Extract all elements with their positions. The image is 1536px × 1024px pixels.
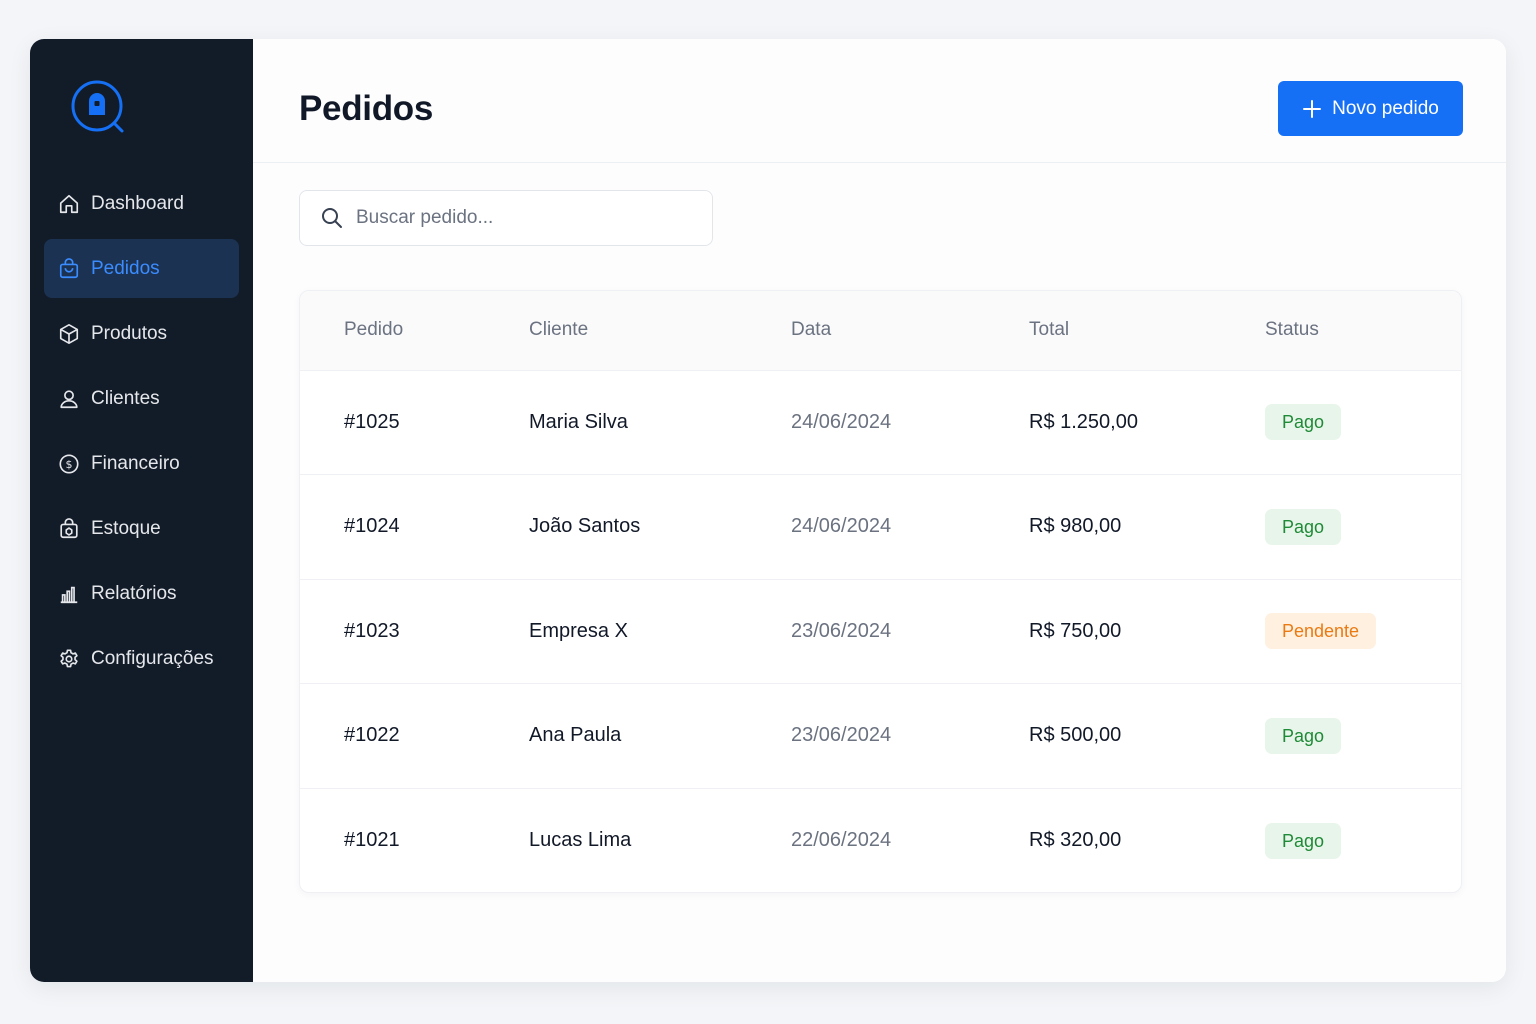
order-id: #1022	[344, 724, 400, 747]
sidebar: Dashboard Pedidos Produtos Clientes $ Fi…	[30, 39, 253, 982]
status-badge: Pendente	[1265, 613, 1377, 650]
inventory-bag-icon	[58, 517, 80, 540]
sidebar-item-label: Produtos	[91, 322, 168, 344]
search-icon	[320, 206, 344, 230]
sidebar-item-label: Clientes	[91, 387, 160, 409]
logo-icon[interactable]	[70, 79, 128, 137]
sidebar-item-label: Dashboard	[91, 192, 184, 214]
table-row[interactable]: #1022 Ana Paula 23/06/2024 R$ 500,00 Pag…	[300, 684, 1461, 788]
page-header: Pedidos Novo pedido	[253, 39, 1506, 163]
dollar-circle-icon: $	[58, 453, 80, 475]
order-client: João Santos	[529, 515, 641, 538]
order-date: 24/06/2024	[791, 515, 892, 538]
order-date: 23/06/2024	[791, 724, 892, 747]
sidebar-nav: Dashboard Pedidos Produtos Clientes $ Fi…	[44, 174, 239, 694]
order-id: #1025	[344, 410, 400, 433]
table-row[interactable]: #1024 João Santos 24/06/2024 R$ 980,00 P…	[300, 475, 1461, 579]
sidebar-item-label: Financeiro	[91, 452, 180, 474]
box-icon	[58, 323, 80, 345]
page-title: Pedidos	[299, 89, 434, 128]
sidebar-item-produtos[interactable]: Produtos	[44, 304, 239, 363]
order-id: #1023	[344, 619, 400, 642]
new-order-button-label: Novo pedido	[1332, 97, 1439, 119]
sidebar-item-relatorios[interactable]: Relatórios	[44, 564, 239, 623]
sidebar-item-dashboard[interactable]: Dashboard	[44, 174, 239, 233]
user-icon	[58, 388, 80, 410]
orders-table: Pedido Cliente Data Total Status #1025 M…	[299, 290, 1462, 893]
new-order-button[interactable]: Novo pedido	[1278, 81, 1463, 136]
plus-icon	[1302, 99, 1322, 119]
table-row[interactable]: #1023 Empresa X 23/06/2024 R$ 750,00 Pen…	[300, 579, 1461, 684]
sidebar-item-estoque[interactable]: Estoque	[44, 499, 239, 558]
order-date: 24/06/2024	[791, 410, 892, 433]
status-badge: Pago	[1265, 404, 1342, 441]
sidebar-item-financeiro[interactable]: $ Financeiro	[44, 434, 239, 493]
order-client: Empresa X	[529, 619, 628, 642]
sidebar-item-configuracoes[interactable]: Configurações	[44, 629, 239, 688]
sidebar-item-label: Estoque	[91, 517, 161, 539]
order-total: R$ 980,00	[1029, 515, 1122, 538]
search-box[interactable]	[299, 190, 713, 246]
order-total: R$ 320,00	[1029, 829, 1122, 851]
order-date: 22/06/2024	[791, 829, 892, 851]
status-badge: Pago	[1265, 508, 1342, 545]
status-badge: Pago	[1265, 717, 1342, 754]
app-window: Dashboard Pedidos Produtos Clientes $ Fi…	[30, 39, 1506, 982]
order-id: #1021	[344, 829, 400, 851]
column-header-cliente[interactable]: Cliente	[529, 291, 791, 371]
table-row[interactable]: #1021 Lucas Lima 22/06/2024 R$ 320,00 Pa…	[300, 788, 1461, 892]
sidebar-item-label: Configurações	[91, 647, 214, 669]
order-client: Maria Silva	[529, 410, 628, 433]
order-client: Lucas Lima	[529, 829, 632, 851]
column-header-status[interactable]: Status	[1265, 291, 1461, 371]
column-header-total[interactable]: Total	[1029, 291, 1265, 371]
sidebar-item-label: Pedidos	[91, 257, 160, 279]
status-badge: Pago	[1265, 822, 1342, 859]
main-content: Pedidos Novo pedido Pedido Cliente	[253, 39, 1506, 982]
search-input[interactable]	[356, 207, 696, 229]
table-header-row: Pedido Cliente Data Total Status	[300, 291, 1461, 371]
sidebar-item-clientes[interactable]: Clientes	[44, 369, 239, 428]
order-date: 23/06/2024	[791, 619, 892, 642]
order-id: #1024	[344, 515, 400, 538]
order-client: Ana Paula	[529, 724, 622, 747]
order-total: R$ 1.250,00	[1029, 410, 1138, 433]
sidebar-item-label: Relatórios	[91, 582, 177, 604]
column-header-data[interactable]: Data	[791, 291, 1029, 371]
gear-icon	[58, 648, 80, 670]
home-icon	[58, 193, 80, 215]
order-total: R$ 750,00	[1029, 619, 1122, 642]
order-total: R$ 500,00	[1029, 724, 1122, 747]
sidebar-item-pedidos[interactable]: Pedidos	[44, 239, 239, 298]
svg-text:$: $	[66, 458, 73, 471]
table-row[interactable]: #1025 Maria Silva 24/06/2024 R$ 1.250,00…	[300, 370, 1461, 475]
column-header-pedido[interactable]: Pedido	[300, 291, 529, 371]
bar-chart-icon	[58, 583, 80, 605]
shopping-bag-icon	[58, 257, 80, 280]
